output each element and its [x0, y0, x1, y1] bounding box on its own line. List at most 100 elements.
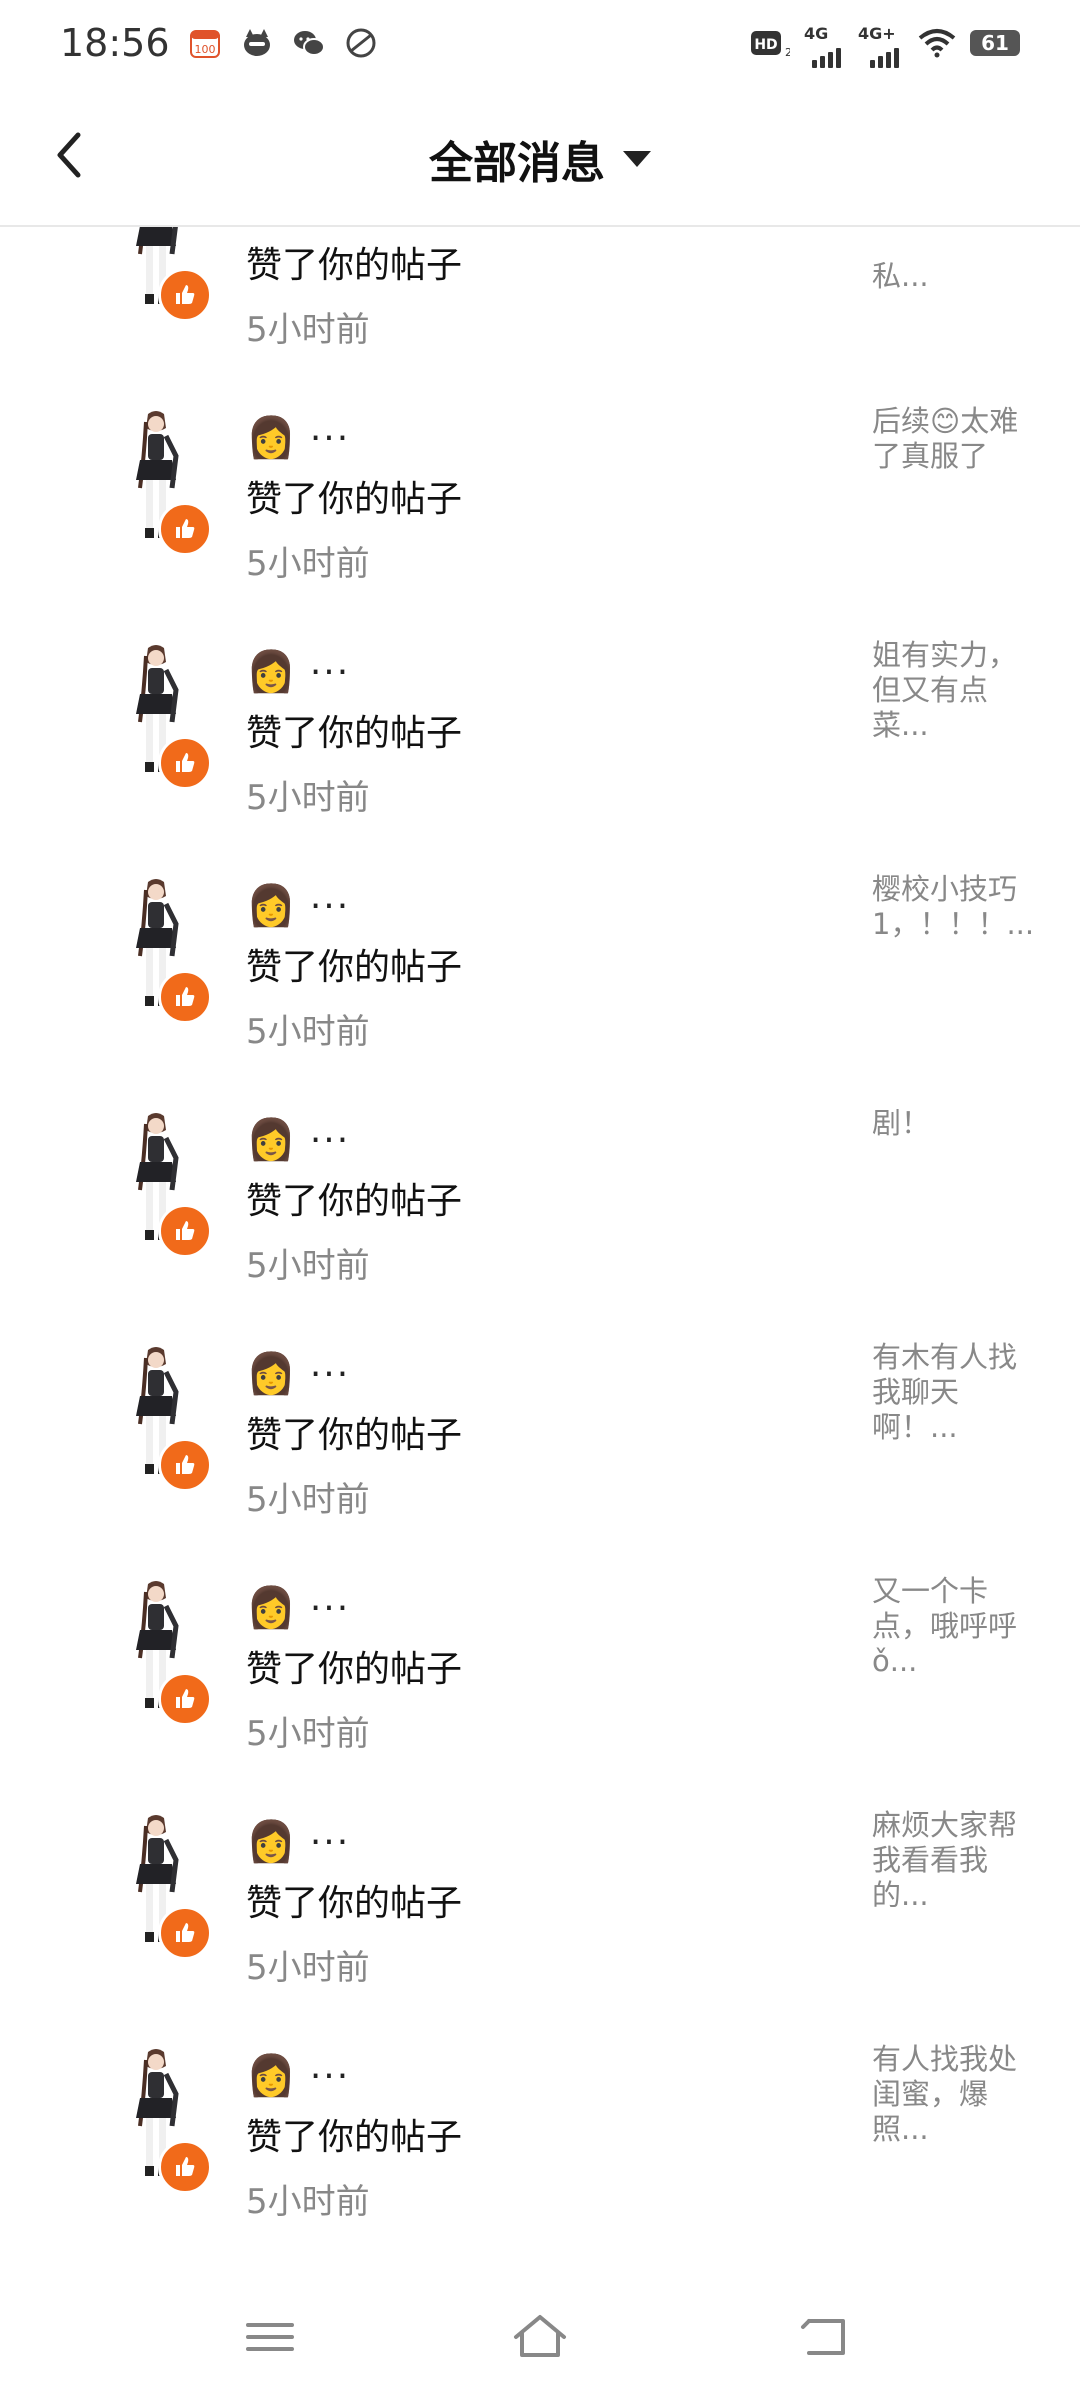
post-preview[interactable]: 剧！: [872, 1106, 1042, 1141]
battery-icon: 61: [970, 29, 1020, 56]
avatar[interactable]: [110, 876, 212, 1026]
avatar[interactable]: [110, 408, 212, 558]
menu-icon: [246, 2323, 294, 2351]
svg-text:100: 100: [194, 43, 215, 56]
home-icon: [514, 2315, 566, 2357]
notification-meta: 👩 ··· 赞了你的帖子 5小时前: [246, 1816, 462, 1989]
notification-meta: 👩 ··· 赞了你的帖子 5小时前: [246, 880, 462, 1053]
header: 全部消息: [0, 85, 1080, 227]
notification-row[interactable]: 👩 ··· 赞了你的帖子 5小时前 后续😊太难了真服了: [0, 378, 1080, 612]
name-emoji: 👩: [246, 1585, 296, 1631]
notification-action: 赞了你的帖子: [246, 479, 463, 520]
user-name[interactable]: 👩 ···: [246, 412, 462, 464]
user-name[interactable]: 👩 ···: [246, 2050, 462, 2102]
home-button[interactable]: [510, 2307, 570, 2367]
notification-row[interactable]: 👩 ··· 赞了你的帖子 5小时前 又一个卡点，哦呼呼ǒ...: [0, 1548, 1080, 1782]
notification-row[interactable]: 👩 ··· 赞了你的帖子 5小时前 剧！: [0, 1080, 1080, 1314]
back-icon: [801, 2319, 845, 2355]
name-emoji: 👩: [246, 2053, 296, 2099]
notification-row[interactable]: 👩 ··· 赞了你的帖子 5小时前 有人找我处闺蜜，爆照...: [0, 2016, 1080, 2250]
thumbs-up-icon: [176, 987, 195, 1006]
post-preview[interactable]: 有木有人找我聊天啊！...: [872, 1340, 1042, 1445]
name-suffix: ···: [309, 1119, 351, 1161]
user-name[interactable]: 👩 ···: [246, 880, 462, 932]
like-badge: [158, 970, 212, 1024]
notification-time: 5小时前: [246, 310, 370, 350]
thumbs-up-icon: [176, 519, 195, 538]
notification-meta: 👩 ··· 赞了你的帖子 5小时前: [246, 646, 462, 819]
thumbs-up-icon: [176, 2157, 195, 2176]
notification-meta: 👩 ··· 赞了你的帖子 5小时前: [246, 1582, 462, 1755]
signal-4g-plus: 4G+: [858, 24, 904, 68]
notification-time: 5小时前: [246, 1012, 370, 1052]
notification-time: 5小时前: [246, 1480, 370, 1520]
hd-label: HD: [754, 37, 777, 53]
notification-action: 赞了你的帖子: [246, 1883, 463, 1924]
name-suffix: ···: [309, 417, 351, 459]
name-suffix: ···: [309, 885, 351, 927]
notification-action: 赞了你的帖子: [246, 1415, 463, 1456]
notification-meta: 👩 ··· 赞了你的帖子 5小时前: [246, 1348, 462, 1521]
name-emoji: 👩: [246, 883, 296, 929]
hd-indicator: HD 2: [751, 30, 790, 58]
like-badge: [158, 1438, 212, 1492]
notification-time: 5小时前: [246, 1714, 370, 1754]
user-name[interactable]: 👩 ···: [246, 1348, 462, 1400]
user-name[interactable]: 👩 ···: [246, 1114, 462, 1166]
notification-meta: 👩 ··· 赞了你的帖子 5小时前: [246, 412, 462, 585]
notification-row[interactable]: 👩 ··· 赞了你的帖子 5小时前 姐有实力，但又有点菜...: [0, 612, 1080, 846]
signal-4g: 4G: [804, 24, 844, 68]
thumbs-up-icon: [176, 1689, 195, 1708]
notification-action: 赞了你的帖子: [246, 1649, 463, 1690]
menu-button[interactable]: [240, 2307, 300, 2367]
notification-row[interactable]: 👩 ··· 赞了你的帖子 5小时前 有木有人找我聊天啊！...: [0, 1314, 1080, 1548]
status-time: 18:56: [60, 20, 170, 65]
notification-row[interactable]: 👩 ··· 赞了你的帖子 5小时前 樱校小技巧1，！！！...: [0, 846, 1080, 1080]
notification-meta: 👩 ··· 赞了你的帖子 5小时前: [246, 2050, 462, 2223]
title-dropdown[interactable]: 全部消息: [0, 127, 1080, 191]
status-left: 18:56 100: [60, 21, 378, 65]
notification-action: 赞了你的帖子: [246, 1181, 463, 1222]
notification-time: 5小时前: [246, 1246, 370, 1286]
leaf-app-icon: [344, 26, 378, 60]
avatar[interactable]: [110, 2046, 212, 2196]
notification-time: 5小时前: [246, 1948, 370, 1988]
avatar[interactable]: [110, 1110, 212, 1260]
post-preview[interactable]: 麻烦大家帮我看看我的...: [872, 1808, 1042, 1913]
user-name[interactable]: 👩 ···: [246, 646, 462, 698]
svg-text:2: 2: [785, 46, 790, 58]
page-title: 全部消息: [429, 138, 605, 189]
avatar[interactable]: [110, 1578, 212, 1728]
avatar[interactable]: [110, 642, 212, 792]
avatar[interactable]: [110, 1812, 212, 1962]
notification-row[interactable]: 赞了你的帖子 5小时前 私...: [0, 227, 1080, 378]
name-suffix: ···: [309, 1821, 351, 1863]
name-emoji: 👩: [246, 1117, 296, 1163]
notification-action: 赞了你的帖子: [246, 245, 463, 286]
notification-row[interactable]: 👩 ··· 赞了你的帖子 5小时前 麻烦大家帮我看看我的...: [0, 1782, 1080, 2016]
caret-down-icon: [623, 151, 651, 167]
like-badge: [158, 736, 212, 790]
notification-action: 赞了你的帖子: [246, 713, 463, 754]
post-preview[interactable]: 有人找我处闺蜜，爆照...: [872, 2042, 1042, 2147]
post-preview[interactable]: 又一个卡点，哦呼呼ǒ...: [872, 1574, 1042, 1679]
back-nav-button[interactable]: [795, 2307, 855, 2367]
name-emoji: 👩: [246, 1819, 296, 1865]
thumbs-up-icon: [176, 1923, 195, 1942]
like-badge: [158, 1906, 212, 1960]
post-preview[interactable]: 后续😊太难了真服了: [872, 404, 1042, 474]
avatar[interactable]: [110, 1344, 212, 1494]
notification-action: 赞了你的帖子: [246, 2117, 463, 2158]
notification-time: 5小时前: [246, 778, 370, 818]
cat-app-icon: [240, 26, 274, 60]
user-name[interactable]: 👩 ···: [246, 1816, 462, 1868]
user-name[interactable]: 👩 ···: [246, 1582, 462, 1634]
name-emoji: 👩: [246, 1351, 296, 1397]
post-preview[interactable]: 姐有实力，但又有点菜...: [872, 638, 1042, 743]
notification-list[interactable]: 赞了你的帖子 5小时前 私... 👩 ··· 赞了你的帖子 5小时前 后续😊太难…: [0, 227, 1080, 2277]
post-preview[interactable]: 樱校小技巧1，！！！...: [872, 872, 1042, 942]
thumbs-up-icon: [176, 1455, 195, 1474]
avatar[interactable]: [110, 227, 212, 324]
post-preview[interactable]: 私...: [872, 259, 1042, 294]
thumbs-up-icon: [176, 753, 195, 772]
